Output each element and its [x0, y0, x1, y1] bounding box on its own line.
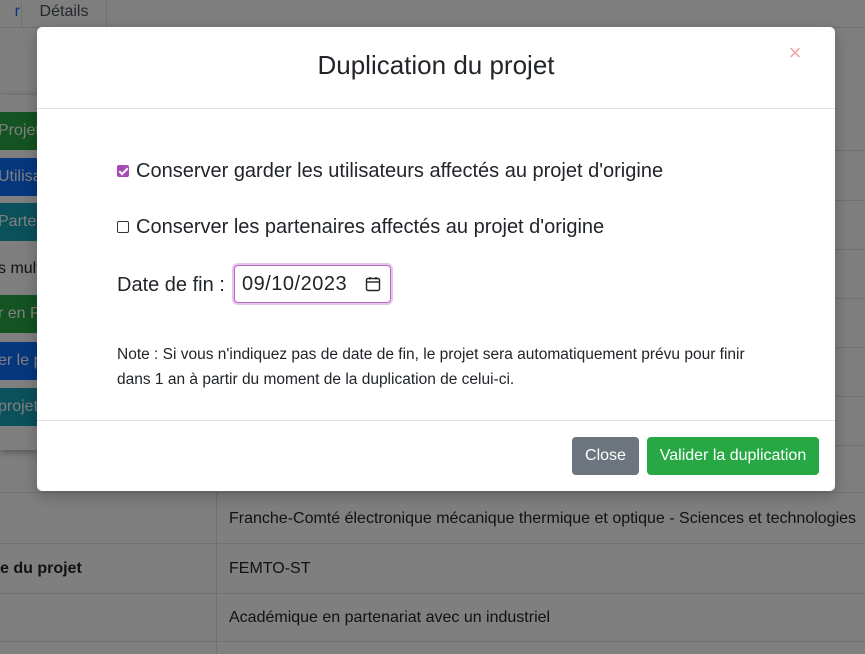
modal-title: Duplication du projet [317, 50, 555, 80]
end-date-value[interactable]: 09/10/2023 [242, 273, 365, 296]
duplicate-project-modal: Duplication du projet × Conserver garder… [37, 27, 835, 491]
modal-footer-divider [37, 420, 835, 421]
keep-users-checkbox[interactable] [117, 165, 129, 177]
close-icon[interactable]: × [785, 41, 805, 65]
option-keep-partners[interactable]: Conserver les partenaires affectés au pr… [117, 214, 604, 240]
option-keep-users[interactable]: Conserver garder les utilisateurs affect… [117, 158, 663, 184]
end-date-label: Date de fin : [117, 274, 225, 296]
validate-duplication-button[interactable]: Valider la duplication [647, 437, 819, 475]
duplication-note: Note : Si vous n'indiquez pas de date de… [117, 346, 745, 388]
calendar-icon[interactable] [365, 276, 381, 292]
keep-users-label[interactable]: Conserver garder les utilisateurs affect… [136, 160, 663, 183]
keep-partners-checkbox[interactable] [117, 221, 129, 233]
close-button[interactable]: Close [572, 437, 639, 475]
modal-header-divider [37, 108, 835, 109]
keep-partners-label[interactable]: Conserver les partenaires affectés au pr… [136, 216, 604, 239]
end-date-input[interactable]: 09/10/2023 [234, 265, 391, 303]
